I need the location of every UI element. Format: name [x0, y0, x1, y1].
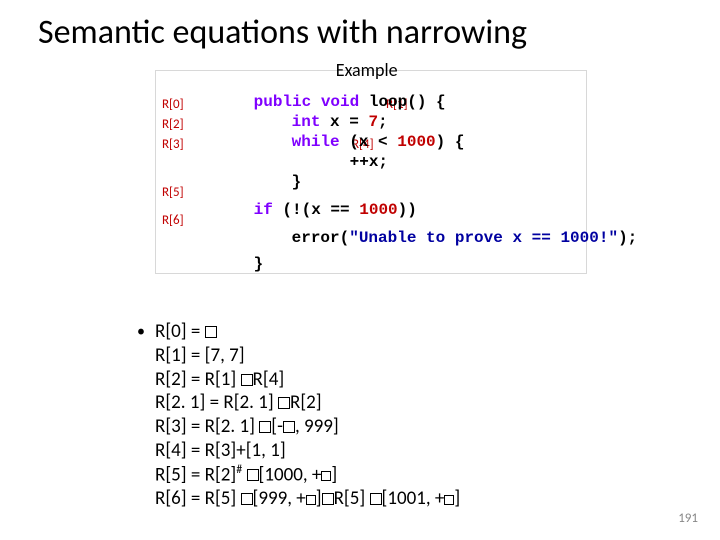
- page-number: 191: [678, 511, 698, 526]
- placeholder-icon: [241, 493, 253, 505]
- page-title: Semantic equations with narrowing: [0, 12, 720, 53]
- equation-r6: R[6] = R[5] [999, +]R[5] [1001, +]: [155, 487, 675, 511]
- placeholder-icon: [322, 493, 334, 505]
- equation-r3: R[3] = R[2. 1] [-, 999]: [155, 415, 675, 439]
- placeholder-icon: [247, 469, 259, 481]
- rlabel-6: R[6]: [162, 213, 184, 228]
- slide: Semantic equations with narrowing Exampl…: [0, 0, 720, 540]
- bullet-icon: •: [137, 322, 145, 342]
- equation-r1: R[1] = [7, 7]: [155, 344, 675, 368]
- placeholder-icon: [370, 493, 382, 505]
- equation-r2: R[2] = R[1] R[4]: [155, 368, 675, 392]
- placeholder-icon: [321, 471, 331, 481]
- placeholder-icon: [283, 421, 295, 433]
- placeholder-icon: [278, 397, 290, 409]
- placeholder-icon: [306, 495, 316, 505]
- rlabel-5: R[5]: [162, 185, 184, 200]
- rlabel-0: R[0]: [162, 97, 184, 112]
- code-line-7: error("Unable to prove x == 1000!");: [234, 211, 637, 265]
- equations-block: • R[0] = R[1] = [7, 7] R[2] = R[1] R[4] …: [155, 320, 675, 510]
- placeholder-icon: [259, 421, 271, 433]
- equation-r0: R[0] =: [155, 320, 675, 344]
- rlabel-3: R[3]: [162, 137, 184, 152]
- code-line-4: ++x;: [292, 135, 388, 189]
- equation-r4: R[4] = R[3]+[1, 1]: [155, 439, 675, 463]
- code-line-8: }: [196, 237, 263, 291]
- placeholder-icon: [241, 374, 253, 386]
- code-example-box: Example R[0] R[1] R[2] R[3] R[4] R[5] R[…: [155, 70, 587, 274]
- placeholder-icon: [444, 495, 454, 505]
- equation-r2-1: R[2. 1] = R[2. 1] R[2]: [155, 391, 675, 415]
- rlabel-2: R[2]: [162, 117, 184, 132]
- placeholder-icon: [205, 326, 217, 338]
- equation-r5: R[5] = R[2]# [1000, +]: [155, 463, 675, 487]
